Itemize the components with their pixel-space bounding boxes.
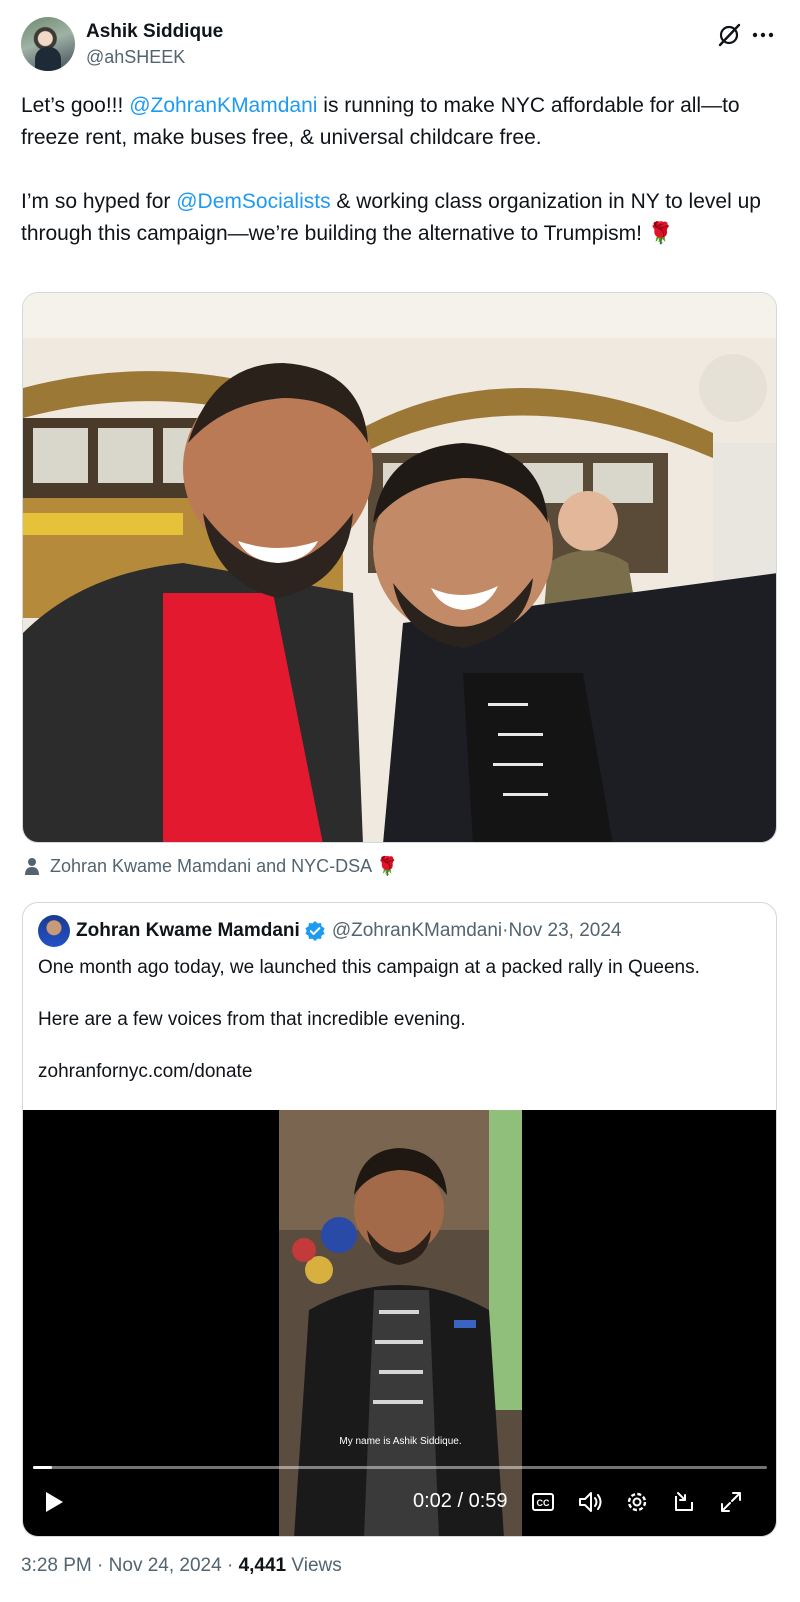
views-label: Views — [286, 1555, 342, 1576]
quote-link[interactable]: zohranfornyc.com/donate — [38, 1059, 763, 1085]
author-handle[interactable]: @ahSHEEK — [86, 47, 185, 68]
svg-text:CC: CC — [537, 1498, 550, 1508]
quote-header: Zohran Kwame Mamdani @ZohranKMamdani · N… — [38, 915, 622, 947]
grok-icon[interactable] — [715, 21, 743, 49]
video-frame: My name is Ashik Siddique. — [279, 1110, 522, 1536]
video-progress-bar[interactable] — [33, 1466, 767, 1469]
post-time[interactable]: 3:28 PM — [21, 1555, 92, 1576]
tweet-footer: 3:28 PM · Nov 24, 2024 · 4,441 Views — [21, 1555, 342, 1577]
verified-icon — [305, 921, 325, 941]
more-icon[interactable] — [749, 21, 777, 49]
quote-text: One month ago today, we launched this ca… — [38, 955, 763, 1111]
video-progress-fill — [33, 1466, 53, 1469]
tweet-text: Let’s goo!!! @ZohranKMamdani is running … — [21, 90, 781, 282]
photo-illustration — [23, 293, 776, 842]
tagged-users-text: Zohran Kwame Mamdani and NYC-DSA 🌹 — [50, 855, 399, 876]
quote-paragraph-1: One month ago today, we launched this ca… — [38, 957, 700, 978]
tagged-users[interactable]: Zohran Kwame Mamdani and NYC-DSA 🌹 — [22, 853, 399, 879]
video-caption: My name is Ashik Siddique. — [339, 1436, 462, 1447]
mention-link[interactable]: @ZohranKMamdani — [129, 94, 317, 117]
fullscreen-icon[interactable] — [717, 1488, 745, 1516]
footer-separator: · — [221, 1555, 239, 1576]
footer-separator: · — [91, 1555, 109, 1576]
tweet-header: Ashik Siddique @ahSHEEK — [21, 17, 781, 73]
captions-icon[interactable]: CC — [529, 1488, 557, 1516]
quote-tweet[interactable]: Zohran Kwame Mamdani @ZohranKMamdani · N… — [22, 902, 777, 1537]
text-segment: Let’s goo!!! — [21, 94, 130, 117]
volume-icon[interactable] — [576, 1488, 604, 1516]
quote-author-name[interactable]: Zohran Kwame Mamdani — [76, 920, 300, 942]
author-name[interactable]: Ashik Siddique — [86, 21, 223, 43]
video-time: 0:02 / 0:59 — [413, 1490, 508, 1512]
video-player[interactable]: My name is Ashik Siddique. 0:02 / 0:59 C… — [23, 1110, 776, 1536]
video-illustration — [279, 1110, 522, 1536]
settings-icon[interactable] — [623, 1488, 651, 1516]
mention-link[interactable]: @DemSocialists — [176, 190, 330, 213]
quote-author-handle[interactable]: @ZohranKMamdani — [332, 920, 502, 942]
pip-icon[interactable] — [670, 1488, 698, 1516]
video-controls: 0:02 / 0:59 CC — [23, 1482, 776, 1522]
quote-paragraph-2: Here are a few voices from that incredib… — [38, 1009, 466, 1030]
text-segment: I’m so hyped for — [21, 190, 177, 213]
play-icon[interactable] — [39, 1488, 67, 1516]
tweet-paragraph-1: Let’s goo!!! @ZohranKMamdani is running … — [21, 90, 781, 154]
quote-date[interactable]: Nov 23, 2024 — [508, 920, 621, 942]
tweet-photo[interactable] — [22, 292, 777, 843]
views-count: 4,441 — [238, 1555, 287, 1576]
avatar[interactable] — [21, 17, 75, 71]
quote-avatar[interactable] — [38, 915, 70, 947]
person-icon — [25, 858, 39, 875]
post-date[interactable]: Nov 24, 2024 — [109, 1555, 222, 1576]
tweet-paragraph-2: I’m so hyped for @DemSocialists & workin… — [21, 186, 781, 250]
